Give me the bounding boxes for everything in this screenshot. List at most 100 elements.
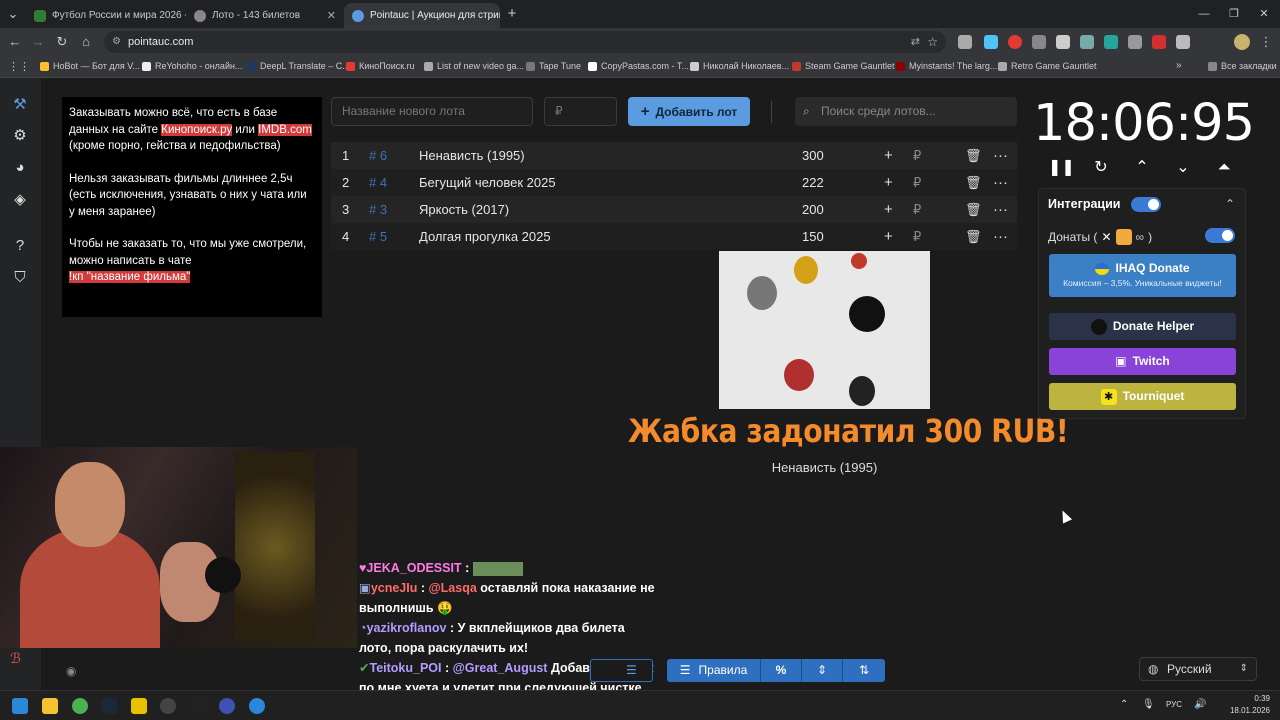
bookmark-item[interactable]: КиноПоиск.ru	[346, 61, 415, 71]
bookmark-item[interactable]: HoBot — Бот для V...	[40, 61, 140, 71]
more-icon[interactable]: ···	[993, 142, 1008, 169]
translate-icon[interactable]: ⇄	[911, 31, 920, 53]
new-tab-icon[interactable]: +	[504, 6, 520, 22]
site-info-icon[interactable]: ⚙	[112, 31, 121, 53]
minimize-icon[interactable]: —	[1196, 6, 1212, 22]
delete-icon[interactable]: 🗑	[965, 196, 982, 223]
percent-button[interactable]: %	[761, 659, 802, 682]
ihaq-donate-button[interactable]: IHAQ Donate Комиссия – 3,5%. Уникальные …	[1049, 254, 1236, 297]
tab-football[interactable]: Футбол России и мира 2026 - ✕	[26, 3, 186, 28]
chevron-up-icon[interactable]: ⌃	[1130, 157, 1154, 179]
more-icon[interactable]: ···	[993, 223, 1008, 250]
back-icon[interactable]: ←	[7, 34, 23, 50]
reset-icon[interactable]: ↻	[1089, 157, 1113, 179]
bookmark-item[interactable]: DeepL Translate – C...	[247, 61, 350, 71]
gavel-icon[interactable]: ⚒	[10, 95, 30, 115]
extension-icon[interactable]	[1032, 35, 1046, 49]
chevron-up-icon[interactable]: ⌃	[1225, 197, 1235, 211]
bookmark-item[interactable]: List of new video ga...	[424, 61, 524, 71]
all-bookmarks[interactable]: Все закладки	[1208, 61, 1277, 71]
bookmark-star-icon[interactable]: ☆	[927, 31, 938, 53]
volume-icon[interactable]: 🔊	[1194, 699, 1206, 710]
maximize-icon[interactable]: ❐	[1226, 6, 1242, 22]
add-amount-button[interactable]: +	[884, 142, 893, 169]
imdb-link[interactable]: IMDB.com	[258, 123, 312, 136]
microphone-icon[interactable]: 🎙	[1142, 699, 1155, 710]
rules-button[interactable]: ☰ Правила	[667, 659, 761, 682]
profile-avatar[interactable]	[1234, 34, 1250, 50]
list-icon[interactable]: ☰	[626, 663, 637, 677]
tourniquet-button[interactable]: ✱ Tourniquet	[1049, 383, 1236, 410]
forward-icon[interactable]: →	[30, 34, 46, 50]
add-amount-button[interactable]: +	[884, 223, 893, 250]
more-icon[interactable]: ···	[993, 196, 1008, 223]
apps-grid-icon[interactable]: ⋮⋮	[8, 60, 30, 73]
tab-pointauc[interactable]: Pointauc | Аукцион для стрим ✕	[344, 3, 500, 28]
tray-chevron-icon[interactable]: ⌃	[1120, 699, 1128, 710]
settings-icon[interactable]: ⚙	[10, 126, 30, 146]
extension-icon[interactable]	[1152, 35, 1166, 49]
app-icon[interactable]	[249, 698, 265, 714]
bookmark-item[interactable]: Steam Game Gauntlet	[792, 61, 895, 71]
app-icon[interactable]	[219, 698, 235, 714]
shield-icon[interactable]: ⛉	[10, 268, 30, 288]
menu-icon[interactable]: ⋮	[1258, 34, 1274, 50]
app-icon[interactable]	[131, 698, 147, 714]
bookmark-item[interactable]: ReYohoho - онлайн...	[142, 61, 242, 71]
delete-icon[interactable]: 🗑	[965, 142, 982, 169]
wheel-icon[interactable]: ◕	[10, 158, 30, 178]
windows-start-icon[interactable]	[12, 698, 28, 714]
reload-icon[interactable]: ↻	[54, 34, 70, 50]
lot-amount-input[interactable]: ₽	[544, 97, 617, 126]
clock[interactable]: 0:39 18.01.2026	[1230, 693, 1270, 717]
tab-search-icon[interactable]: ⌄	[5, 6, 21, 22]
extension-icon[interactable]	[1056, 35, 1070, 49]
extension-icon[interactable]	[1104, 35, 1118, 49]
lot-name[interactable]: Яркость (2017)	[419, 196, 509, 223]
eye-icon[interactable]: ◉	[66, 664, 76, 678]
donate-helper-button[interactable]: Donate Helper	[1049, 313, 1236, 340]
window-close-icon[interactable]: ✕	[1256, 6, 1272, 22]
chevron-down-icon[interactable]: ⌄	[1171, 157, 1195, 179]
sort-icon[interactable]: ⇅	[843, 659, 885, 682]
lot-amount-input[interactable]: ₽	[913, 169, 921, 196]
compress-icon[interactable]: ⇕	[802, 659, 843, 682]
puzzle-icon[interactable]	[1176, 35, 1190, 49]
language-select[interactable]: ◍ Русский ⇕	[1139, 657, 1257, 681]
tab-loto[interactable]: Лото - 143 билетов ✕	[186, 3, 344, 28]
lot-amount-input[interactable]: ₽	[913, 196, 921, 223]
layers-icon[interactable]: ◈	[10, 190, 30, 210]
more-icon[interactable]: ···	[993, 169, 1008, 196]
more-bookmarks-icon[interactable]: »	[1176, 60, 1182, 71]
lot-name[interactable]: Ненависть (1995)	[419, 142, 525, 169]
lot-amount-input[interactable]: ₽	[913, 142, 921, 169]
bookmark-item[interactable]: CopyPastas.com - T...	[588, 61, 689, 71]
url-field[interactable]: ⚙ pointauc.com ⇄ ☆	[104, 31, 946, 53]
extension-icon[interactable]	[1008, 35, 1022, 49]
bookmark-item[interactable]: Retro Game Gauntlet	[998, 61, 1097, 71]
extension-icon[interactable]	[1128, 35, 1142, 49]
extension-icon[interactable]	[958, 35, 972, 49]
home-icon[interactable]: ⌂	[78, 34, 94, 50]
lot-name-input[interactable]: Название нового лота	[331, 97, 533, 126]
extension-icon[interactable]	[984, 35, 998, 49]
extension-icon[interactable]	[1080, 35, 1094, 49]
app-icon[interactable]	[190, 698, 206, 714]
double-chevron-up-icon[interactable]: ⏶	[1212, 157, 1236, 179]
lot-name[interactable]: Долгая прогулка 2025	[419, 223, 551, 250]
lot-search-input[interactable]: ⌕ Поиск среди лотов...	[795, 97, 1017, 126]
bookmark-item[interactable]: Tape Tune	[526, 61, 581, 71]
lot-name[interactable]: Бегущий человек 2025	[419, 169, 556, 196]
add-amount-button[interactable]: +	[884, 169, 893, 196]
steam-icon[interactable]	[101, 698, 117, 714]
close-icon[interactable]: ✕	[327, 9, 336, 22]
lot-amount-input[interactable]: ₽	[913, 223, 921, 250]
file-explorer-icon[interactable]	[42, 698, 58, 714]
delete-icon[interactable]: 🗑	[965, 223, 982, 250]
obs-icon[interactable]	[160, 698, 176, 714]
keyboard-language[interactable]: РУС	[1166, 700, 1182, 709]
bookmark-item[interactable]: Myinstants! The larg...	[896, 61, 997, 71]
twitch-button[interactable]: ▣ Twitch	[1049, 348, 1236, 375]
help-icon[interactable]: ?	[10, 236, 30, 256]
integrations-toggle[interactable]	[1131, 197, 1161, 212]
